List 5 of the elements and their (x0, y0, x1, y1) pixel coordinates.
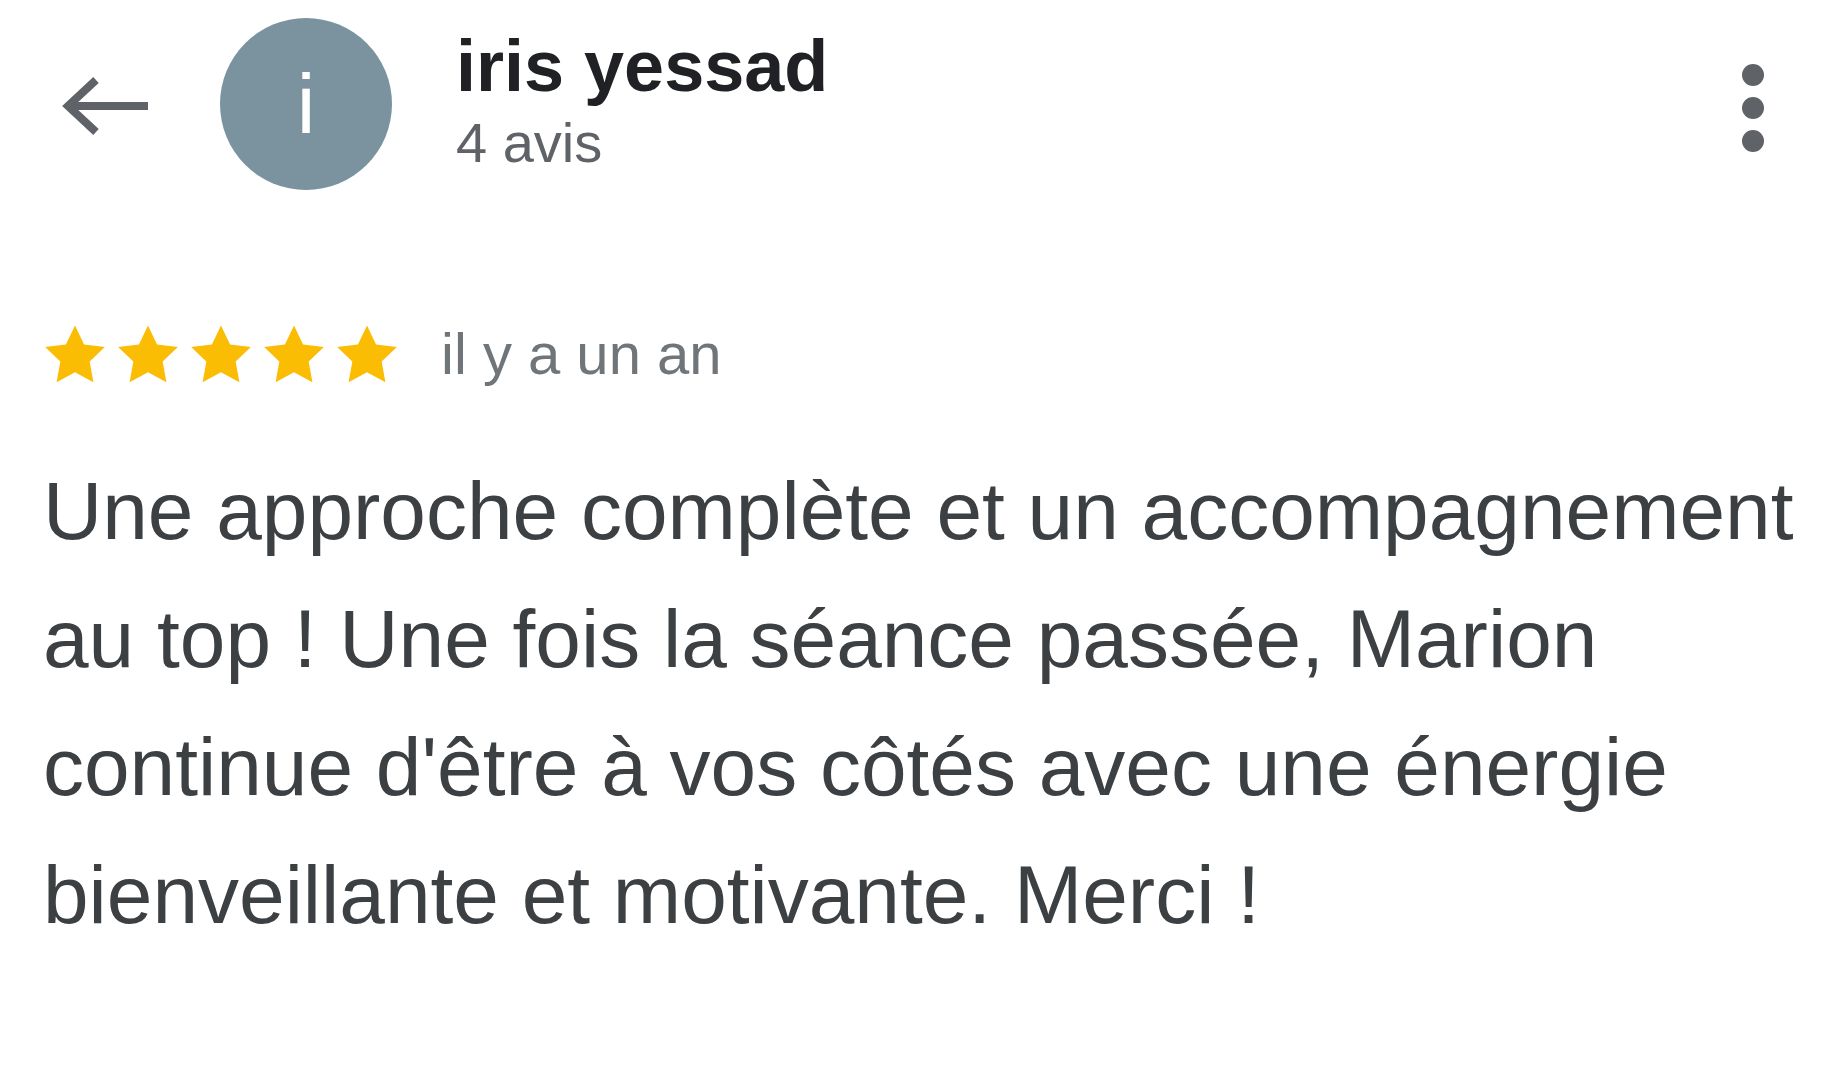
review-count: 4 avis (456, 110, 604, 176)
review-time: il y a un an (441, 320, 722, 388)
review-text: Une approche complète et un accompagnement au top ! Une fois la séance passée, Marion continue d'être à vos côtés avec une énergie bienveillante et motivante. Merci ! (43, 464, 1795, 942)
reviewer-name: iris yessad (456, 25, 829, 108)
avatar: i (220, 18, 392, 190)
